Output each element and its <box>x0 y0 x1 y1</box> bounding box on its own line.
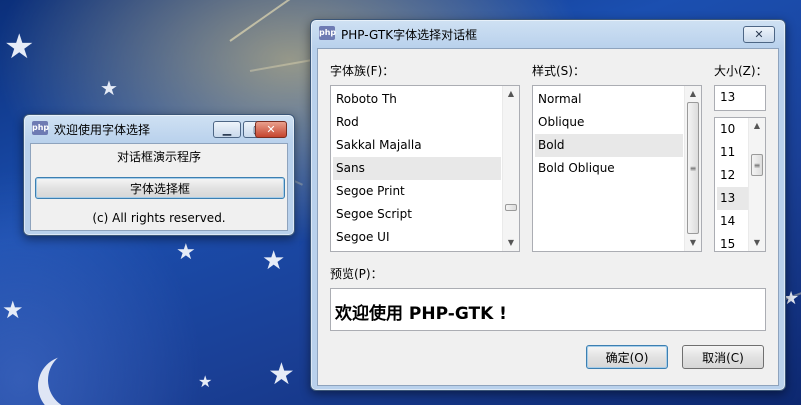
size-input[interactable]: 13 <box>714 85 766 111</box>
size-scrollbar[interactable]: ▲ ≡ ▼ <box>748 118 765 251</box>
list-item[interactable]: 10 <box>717 118 748 141</box>
list-item[interactable]: Bold <box>535 134 683 157</box>
font-select-button[interactable]: 字体选择框 <box>35 177 285 199</box>
ok-button[interactable]: 确定(O) <box>586 345 668 369</box>
scroll-up-icon[interactable]: ▲ <box>685 86 701 102</box>
list-item[interactable]: 14 <box>717 210 748 233</box>
scroll-down-icon[interactable]: ▼ <box>685 235 701 251</box>
scroll-thumb[interactable] <box>505 204 517 211</box>
star-icon: ★ <box>198 372 213 391</box>
style-list[interactable]: Normal Oblique Bold Bold Oblique ▲ ≡ ▼ <box>532 85 702 252</box>
scroll-thumb[interactable]: ≡ <box>687 102 699 234</box>
main-window-client: 对话框演示程序 字体选择框 (c) All rights reserved. <box>30 143 288 231</box>
close-icon[interactable]: ✕ <box>255 121 287 138</box>
list-item[interactable]: Sakkal Majalla <box>333 134 501 157</box>
star-icon: ★ <box>4 27 35 67</box>
family-label: 字体族(F)： <box>330 64 395 78</box>
preview-box[interactable]: 欢迎使用 PHP-GTK ! <box>330 288 766 331</box>
style-label: 样式(S)： <box>532 64 585 78</box>
list-item[interactable]: Bold Oblique <box>535 157 683 180</box>
list-item[interactable]: Segoe Script <box>333 203 501 226</box>
list-item[interactable]: Segoe Print <box>333 180 501 203</box>
list-item[interactable]: 15 <box>717 233 748 251</box>
scroll-up-icon[interactable]: ▲ <box>503 86 519 102</box>
font-dialog-client: 字体族(F)： Roboto Th Rod Sakkal Majalla San… <box>317 48 779 386</box>
main-window-heading: 对话框演示程序 <box>116 150 201 164</box>
style-scrollbar[interactable]: ▲ ≡ ▼ <box>684 86 701 251</box>
php-app-icon: php <box>32 121 49 135</box>
cancel-button[interactable]: 取消(C) <box>682 345 764 369</box>
family-list[interactable]: Roboto Th Rod Sakkal Majalla Sans Segoe … <box>330 85 520 252</box>
list-item[interactable]: 12 <box>717 164 748 187</box>
list-item[interactable]: Oblique <box>535 111 683 134</box>
scroll-thumb[interactable]: ≡ <box>751 154 763 176</box>
close-icon[interactable]: ✕ <box>743 26 775 43</box>
font-dialog-title: PHP-GTK字体选择对话框 <box>341 28 478 42</box>
cancel-button-label: 取消(C) <box>702 350 744 365</box>
list-item[interactable]: Roboto Th <box>333 88 501 111</box>
star-icon: ★ <box>176 240 196 265</box>
size-list[interactable]: 10 11 12 13 14 15 ▲ ≡ ▼ <box>714 117 766 252</box>
php-app-icon: php <box>319 26 336 40</box>
list-item[interactable]: Normal <box>535 88 683 111</box>
moon-icon <box>38 356 98 405</box>
list-item[interactable]: 13 <box>717 187 748 210</box>
size-label: 大小(Z)： <box>714 64 768 78</box>
list-item[interactable]: 11 <box>717 141 748 164</box>
scroll-down-icon[interactable]: ▼ <box>749 235 765 251</box>
main-window-footer: (c) All rights reserved. <box>92 211 226 225</box>
preview-label: 预览(P)： <box>330 267 383 281</box>
main-window-title: 欢迎使用字体选择 <box>54 123 151 137</box>
main-window: php 欢迎使用字体选择 ▁ ▢ ✕ 对话框演示程序 字体选择框 (c) All… <box>23 114 295 236</box>
font-dialog-titlebar[interactable]: php PHP-GTK字体选择对话框 ✕ <box>311 20 785 48</box>
star-icon: ★ <box>100 76 118 100</box>
list-item[interactable]: Rod <box>333 111 501 134</box>
ok-button-label: 确定(O) <box>605 350 649 365</box>
list-item[interactable]: Sans <box>333 157 501 180</box>
main-window-titlebar[interactable]: php 欢迎使用字体选择 ▁ ▢ ✕ <box>24 115 294 143</box>
star-icon: ★ <box>262 246 286 276</box>
scroll-down-icon[interactable]: ▼ <box>503 235 519 251</box>
minimize-icon[interactable]: ▁ <box>213 121 241 138</box>
font-select-button-label: 字体选择框 <box>129 181 190 196</box>
list-item[interactable]: Segoe UI <box>333 226 501 249</box>
scroll-up-icon[interactable]: ▲ <box>749 118 765 134</box>
star-icon: ★ <box>2 296 24 324</box>
font-dialog: php PHP-GTK字体选择对话框 ✕ 字体族(F)： Roboto Th R… <box>310 19 786 391</box>
star-icon: ★ <box>268 357 295 392</box>
family-scrollbar[interactable]: ▲ ▼ <box>502 86 519 251</box>
